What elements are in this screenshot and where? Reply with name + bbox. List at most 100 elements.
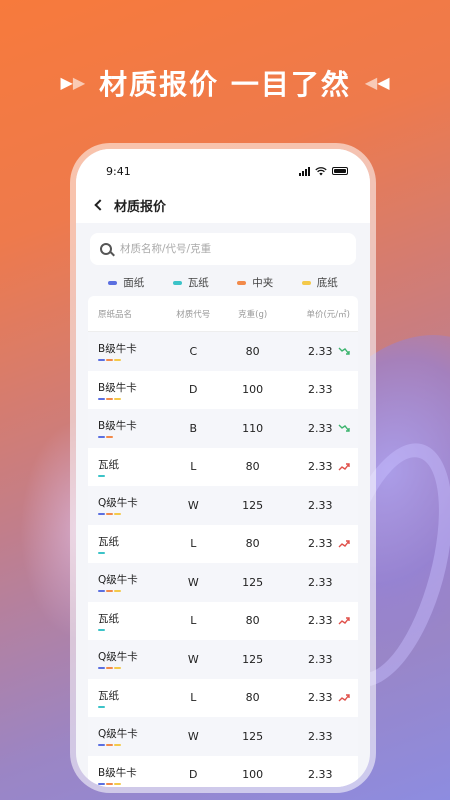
search-icon <box>100 243 112 255</box>
material-code: W <box>187 498 199 512</box>
material-code: W <box>187 729 199 743</box>
trend-up-icon <box>338 540 350 548</box>
legend-item: 瓦纸 <box>172 275 209 290</box>
trend-down-icon <box>338 424 350 432</box>
trend-placeholder <box>338 770 350 780</box>
legend-swatch <box>237 280 247 285</box>
material-code: L <box>190 460 197 474</box>
paper-name: B级牛卡 <box>98 420 137 433</box>
header-name: 原纸品名 <box>98 309 133 320</box>
paper-name: 瓦纸 <box>98 689 119 702</box>
table-row[interactable]: Q级牛卡 W 125 2.33 <box>88 486 358 525</box>
material-code: L <box>190 614 197 628</box>
weight-value: 125 <box>242 729 264 743</box>
table-row[interactable]: 瓦纸 L 80 2.33 <box>88 448 358 487</box>
composition-bars <box>98 551 164 554</box>
price-value: 2.33 <box>307 421 333 435</box>
paper-name: B级牛卡 <box>98 343 137 356</box>
header-weight: 克重(g) <box>238 309 268 320</box>
legend-swatch <box>108 280 118 285</box>
search-box[interactable] <box>90 233 356 265</box>
promo-title: 材质报价 一目了然 <box>99 68 351 101</box>
trend-placeholder <box>338 654 350 664</box>
material-code: D <box>189 768 198 782</box>
trend-up-icon <box>338 694 350 702</box>
battery-icon <box>332 167 348 175</box>
weight-value: 80 <box>245 614 260 628</box>
back-icon[interactable] <box>94 199 106 211</box>
trend-placeholder <box>338 731 350 741</box>
composition-bars <box>98 628 164 631</box>
weight-value: 125 <box>242 652 264 666</box>
price-value: 2.33 <box>307 652 333 666</box>
legend-label: 底纸 <box>316 277 338 289</box>
table-row[interactable]: Q级牛卡 W 125 2.33 <box>88 717 358 756</box>
legend: 面纸 瓦纸 中夹 底纸 <box>76 265 370 296</box>
paper-name: B级牛卡 <box>98 381 137 394</box>
paper-name: Q级牛卡 <box>98 651 138 664</box>
nav-bar: 材质报价 <box>76 187 370 223</box>
legend-swatch <box>172 280 182 285</box>
weight-value: 110 <box>242 421 264 435</box>
paper-name: 瓦纸 <box>98 612 119 625</box>
table-row[interactable]: 瓦纸 L 80 2.33 <box>88 602 358 641</box>
trend-placeholder <box>338 577 350 587</box>
price-value: 2.33 <box>307 768 333 782</box>
promo-headline: ▶ ▶ 材质报价 一目了然 ◀ ◀ <box>0 58 450 108</box>
double-arrow-right-icon: ▶ ▶ <box>60 73 86 92</box>
composition-bars <box>98 705 164 708</box>
price-value: 2.33 <box>307 460 333 474</box>
paper-name: Q级牛卡 <box>98 728 138 741</box>
composition-bars <box>98 513 164 516</box>
price-value: 2.33 <box>307 498 333 512</box>
table-row[interactable]: Q级牛卡 W 125 2.33 <box>88 640 358 679</box>
search-input[interactable] <box>120 243 320 255</box>
legend-item: 中夹 <box>237 275 273 290</box>
material-code: L <box>190 537 197 551</box>
legend-item: 面纸 <box>108 275 144 290</box>
table-row[interactable]: 瓦纸 L 80 2.33 <box>88 679 358 718</box>
weight-value: 80 <box>245 460 260 474</box>
table-row[interactable]: Q级牛卡 W 125 2.33 <box>88 563 358 602</box>
legend-label: 中夹 <box>252 277 274 289</box>
composition-bars <box>98 744 164 747</box>
header-price: 单价(元/㎡) <box>306 309 350 320</box>
material-code: L <box>190 691 197 705</box>
legend-label: 瓦纸 <box>187 277 209 289</box>
composition-bars <box>98 474 164 477</box>
composition-bars <box>98 667 164 670</box>
weight-value: 100 <box>242 768 264 782</box>
composition-bars <box>98 436 164 439</box>
trend-up-icon <box>338 617 350 625</box>
table-row[interactable]: B级牛卡 B 110 2.33 <box>88 409 358 448</box>
paper-name: Q级牛卡 <box>98 574 138 587</box>
weight-value: 80 <box>245 691 260 705</box>
material-code: C <box>189 344 198 358</box>
price-value: 2.33 <box>307 344 333 358</box>
table-row[interactable]: B级牛卡 D 100 2.33 <box>88 756 358 788</box>
weight-value: 125 <box>242 498 264 512</box>
material-code: B <box>189 421 198 435</box>
table-row[interactable]: 瓦纸 L 80 2.33 <box>88 525 358 564</box>
phone-screen: 9:41 材质报价 面纸瓦纸中夹底纸 原纸品名 材质代号 克重(g) 单价(元/… <box>76 149 370 787</box>
price-value: 2.33 <box>307 729 333 743</box>
paper-name: 瓦纸 <box>98 535 119 548</box>
trend-placeholder <box>338 385 350 395</box>
phone-frame: 9:41 材质报价 面纸瓦纸中夹底纸 原纸品名 材质代号 克重(g) 单价(元/… <box>70 143 376 793</box>
weight-value: 100 <box>242 383 264 397</box>
weight-value: 80 <box>245 344 260 358</box>
page-title: 材质报价 <box>114 199 167 215</box>
price-table: 原纸品名 材质代号 克重(g) 单价(元/㎡) B级牛卡 C 80 2.33 B级牛卡 D… <box>88 296 358 787</box>
weight-value: 125 <box>242 575 264 589</box>
table-row[interactable]: B级牛卡 D 100 2.33 <box>88 371 358 410</box>
legend-item: 底纸 <box>301 275 338 290</box>
trend-placeholder <box>338 500 350 510</box>
trend-up-icon <box>338 463 350 471</box>
wifi-icon <box>315 166 327 175</box>
material-code: D <box>189 383 198 397</box>
price-value: 2.33 <box>307 575 333 589</box>
composition-bars <box>98 590 164 593</box>
paper-name: Q级牛卡 <box>98 497 138 510</box>
composition-bars <box>98 397 164 400</box>
table-row[interactable]: B级牛卡 C 80 2.33 <box>88 332 358 371</box>
